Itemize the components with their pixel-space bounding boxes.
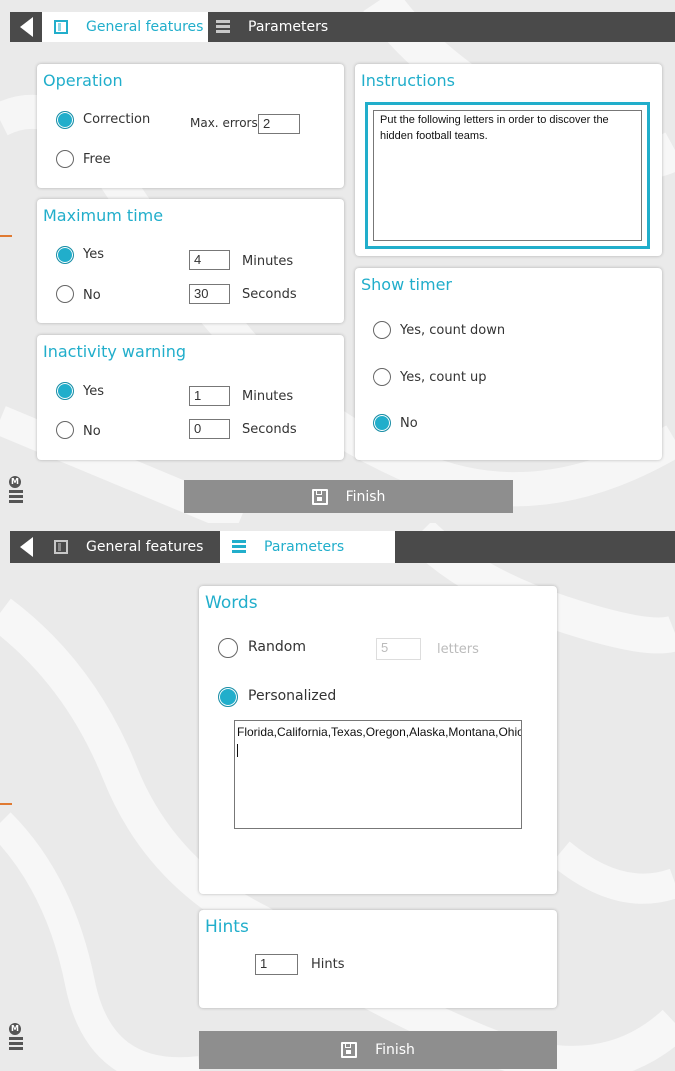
- maximum-time-card: Maximum time Yes No 4 Minutes 30 Seconds: [37, 199, 344, 323]
- top-bar: General features Parameters: [10, 531, 675, 563]
- back-arrow-icon: [19, 537, 33, 557]
- inactivity-minutes-input[interactable]: 1: [189, 386, 230, 406]
- brand-letter: M: [9, 476, 21, 488]
- card-title: Hints: [205, 917, 249, 937]
- card-title: Show timer: [361, 275, 452, 294]
- radio-label: Correction: [83, 112, 151, 127]
- card-title: Inactivity warning: [43, 342, 186, 361]
- list-icon: [216, 20, 230, 34]
- radio-label: Yes: [83, 247, 104, 262]
- back-button[interactable]: [10, 531, 42, 563]
- max-errors-label: Max. errors: [190, 116, 258, 130]
- maximum-time-no-radio[interactable]: [56, 285, 74, 303]
- tab-label: Parameters: [248, 19, 329, 35]
- brand-logo-icon: M: [9, 1023, 23, 1050]
- minutes-label: Minutes: [242, 254, 294, 269]
- minutes-label: Minutes: [242, 389, 294, 404]
- radio-label: Free: [83, 152, 111, 167]
- card-title: Words: [205, 593, 258, 613]
- words-card: Words Random 5 letters Personalized Flor…: [199, 586, 557, 894]
- seconds-label: Seconds: [242, 287, 297, 302]
- top-bar: General features Parameters: [10, 12, 675, 42]
- personalized-radio[interactable]: [218, 687, 238, 707]
- maximum-time-seconds-input[interactable]: 30: [189, 284, 230, 304]
- save-icon: [341, 1042, 358, 1058]
- show-timer-card: Show timer Yes, count down Yes, count up…: [355, 268, 662, 460]
- radio-label: Random: [248, 639, 306, 655]
- radio-label: Yes, count down: [400, 323, 506, 338]
- tab-label: General features: [86, 539, 204, 555]
- maximum-time-yes-radio[interactable]: [56, 246, 74, 264]
- brand-bar: [9, 1042, 23, 1045]
- hints-label: Hints: [311, 957, 345, 972]
- list-icon: [232, 540, 246, 554]
- features-icon: [54, 20, 68, 34]
- instructions-focus-ring: Put the following letters in order to di…: [365, 102, 650, 249]
- count-down-radio[interactable]: [373, 321, 391, 339]
- tab-parameters[interactable]: Parameters: [220, 531, 395, 563]
- brand-logo-icon: M: [9, 476, 23, 503]
- free-radio[interactable]: [56, 150, 74, 168]
- inactivity-seconds-input[interactable]: 0: [189, 419, 230, 439]
- general-features-screen: General features Parameters Operation Co…: [0, 0, 675, 523]
- words-text: Florida,California,Texas,Oregon,Alaska,M…: [237, 725, 521, 739]
- brand-bar: [9, 1037, 23, 1040]
- letters-input[interactable]: 5: [376, 638, 421, 660]
- letters-label: letters: [437, 642, 479, 657]
- finish-button[interactable]: Finish: [199, 1031, 557, 1069]
- hints-card: Hints 1 Hints: [199, 910, 557, 1008]
- timer-no-radio[interactable]: [373, 414, 391, 432]
- count-up-radio[interactable]: [373, 368, 391, 386]
- words-textarea[interactable]: Florida,California,Texas,Oregon,Alaska,M…: [234, 720, 522, 829]
- finish-label: Finish: [375, 1042, 415, 1058]
- brand-letter: M: [9, 1023, 21, 1035]
- card-title: Operation: [43, 71, 123, 90]
- radio-label: Yes: [83, 384, 104, 399]
- max-errors-input[interactable]: 2: [258, 114, 300, 134]
- card-title: Instructions: [361, 71, 455, 90]
- orange-marker: [0, 803, 12, 805]
- radio-label: No: [83, 424, 101, 439]
- inactivity-yes-radio[interactable]: [56, 382, 74, 400]
- back-button[interactable]: [10, 12, 42, 42]
- instructions-textarea[interactable]: Put the following letters in order to di…: [373, 110, 642, 241]
- random-radio[interactable]: [218, 638, 238, 658]
- finish-label: Finish: [345, 488, 386, 505]
- features-icon: [54, 540, 68, 554]
- hints-input[interactable]: 1: [255, 954, 298, 975]
- tab-general-features[interactable]: General features: [42, 531, 220, 563]
- brand-bar: [9, 1047, 23, 1050]
- card-title: Maximum time: [43, 206, 164, 225]
- maximum-time-minutes-input[interactable]: 4: [189, 250, 230, 270]
- seconds-label: Seconds: [242, 422, 297, 437]
- parameters-screen: General features Parameters Words Random…: [0, 523, 675, 1071]
- tab-general-features[interactable]: General features: [42, 12, 208, 42]
- instructions-card: Instructions Put the following letters i…: [355, 64, 662, 256]
- orange-marker: [0, 235, 12, 237]
- tab-label: General features: [86, 19, 204, 35]
- tab-label: Parameters: [264, 539, 345, 555]
- radio-label: No: [400, 416, 418, 431]
- finish-button[interactable]: Finish: [184, 480, 513, 513]
- back-arrow-icon: [19, 17, 33, 37]
- inactivity-no-radio[interactable]: [56, 421, 74, 439]
- inactivity-warning-card: Inactivity warning Yes No 1 Minutes 0 Se…: [37, 335, 344, 460]
- brand-bar: [9, 500, 23, 503]
- save-icon: [311, 488, 328, 505]
- radio-label: No: [83, 288, 101, 303]
- radio-label: Yes, count up: [400, 370, 487, 385]
- radio-label: Personalized: [248, 688, 337, 704]
- brand-bar: [9, 495, 23, 498]
- operation-card: Operation Correction Free Max. errors 2: [37, 64, 344, 188]
- text-cursor: [237, 744, 238, 758]
- tab-parameters[interactable]: Parameters: [208, 12, 366, 42]
- correction-radio[interactable]: [56, 111, 74, 129]
- brand-bar: [9, 490, 23, 493]
